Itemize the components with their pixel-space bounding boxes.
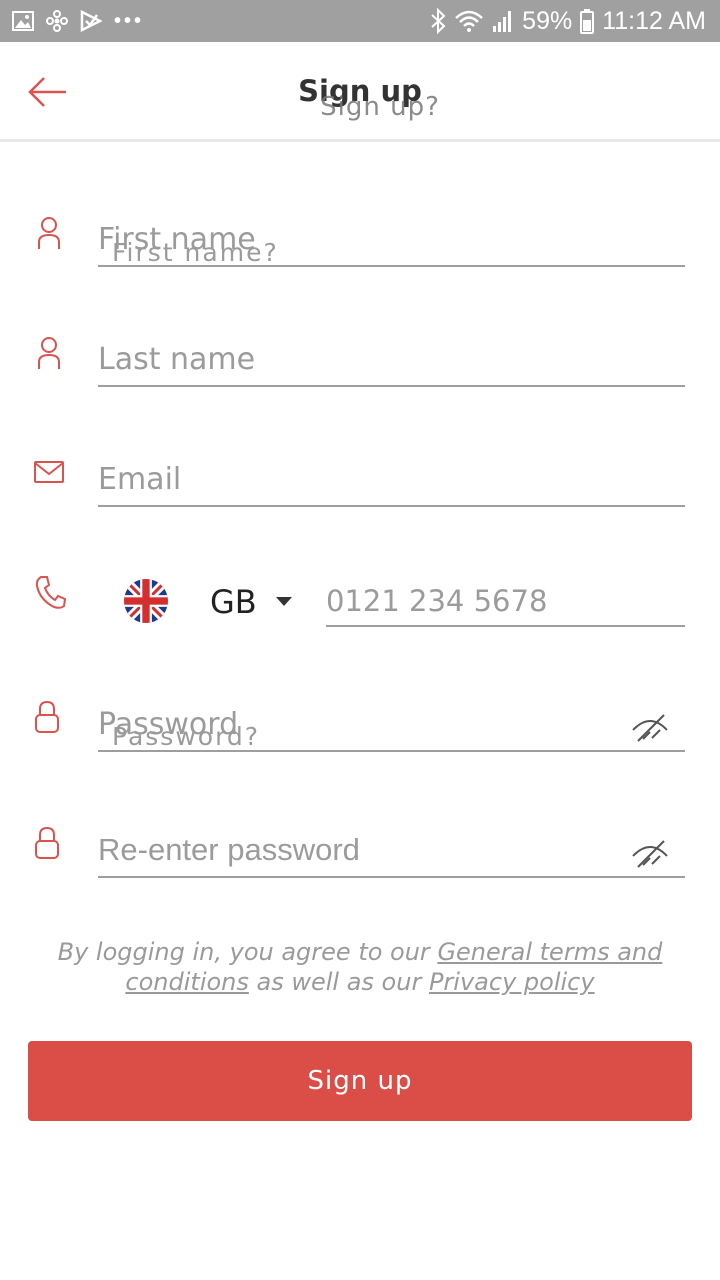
more-notifications: ••• bbox=[114, 9, 145, 32]
image-icon bbox=[12, 11, 34, 31]
first-name-ghost: First name? bbox=[112, 238, 279, 267]
fan-icon bbox=[46, 10, 68, 32]
reenter-password-underline bbox=[98, 876, 685, 878]
phone-underline bbox=[326, 625, 685, 627]
uk-flag-icon[interactable] bbox=[124, 579, 168, 623]
flag-app-icon bbox=[80, 10, 102, 32]
privacy-policy-link[interactable]: Privacy policy bbox=[429, 968, 595, 996]
first-name-underline bbox=[98, 265, 685, 267]
sign-up-button[interactable]: Sign up bbox=[28, 1041, 692, 1121]
status-bar: ••• 59% 11:12 AM bbox=[0, 0, 720, 42]
person-icon bbox=[34, 335, 64, 371]
header-divider bbox=[0, 139, 720, 142]
battery-icon bbox=[580, 9, 595, 34]
clock: 11:12 AM bbox=[602, 6, 706, 35]
last-name-input[interactable]: Last name bbox=[98, 342, 255, 377]
status-right: 59% 11:12 AM bbox=[430, 6, 706, 36]
bluetooth-icon bbox=[431, 8, 446, 34]
signal-icon bbox=[493, 11, 512, 32]
terms-text: By logging in, you agree to our General … bbox=[30, 937, 690, 997]
phone-icon bbox=[34, 574, 67, 610]
lock-icon bbox=[34, 826, 64, 862]
caret-down-icon[interactable] bbox=[276, 597, 292, 606]
wifi-icon bbox=[455, 10, 484, 32]
eye-off-icon[interactable] bbox=[630, 710, 670, 744]
mail-icon bbox=[34, 460, 64, 496]
country-code-selector[interactable]: GB bbox=[210, 583, 257, 621]
status-left: ••• bbox=[12, 8, 144, 34]
terms-middle: as well as our bbox=[248, 968, 429, 996]
email-input[interactable]: Email bbox=[98, 462, 181, 497]
terms-prefix: By logging in, you agree to our bbox=[57, 938, 438, 966]
reenter-password-input[interactable]: Re-enter password bbox=[98, 832, 360, 868]
password-ghost: Password? bbox=[112, 722, 261, 751]
page-title-ghost: Sign up? bbox=[320, 92, 440, 122]
eye-off-icon[interactable] bbox=[630, 836, 670, 870]
person-icon bbox=[34, 215, 64, 251]
phone-input[interactable]: 0121 234 5678 bbox=[326, 584, 547, 618]
battery-percent: 59% bbox=[522, 6, 573, 35]
lock-icon bbox=[34, 700, 64, 736]
last-name-underline bbox=[98, 385, 685, 387]
password-underline bbox=[98, 750, 685, 752]
email-underline bbox=[98, 505, 685, 507]
